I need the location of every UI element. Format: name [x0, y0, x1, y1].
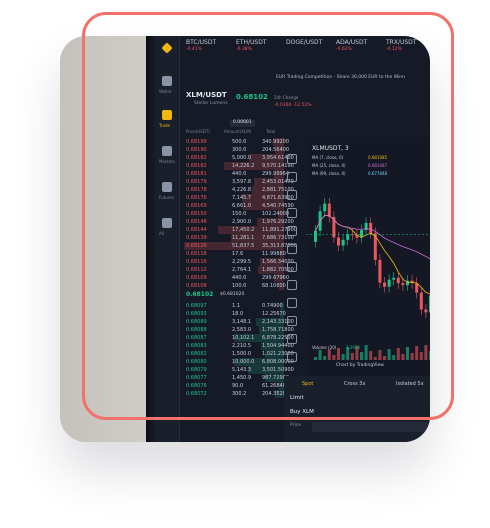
stage: Wallet Trade Markets Futures All BTC/USD…	[0, 0, 490, 528]
price-input[interactable]	[312, 422, 430, 432]
highlight-frame	[82, 12, 454, 420]
price-label: Price	[290, 423, 301, 428]
